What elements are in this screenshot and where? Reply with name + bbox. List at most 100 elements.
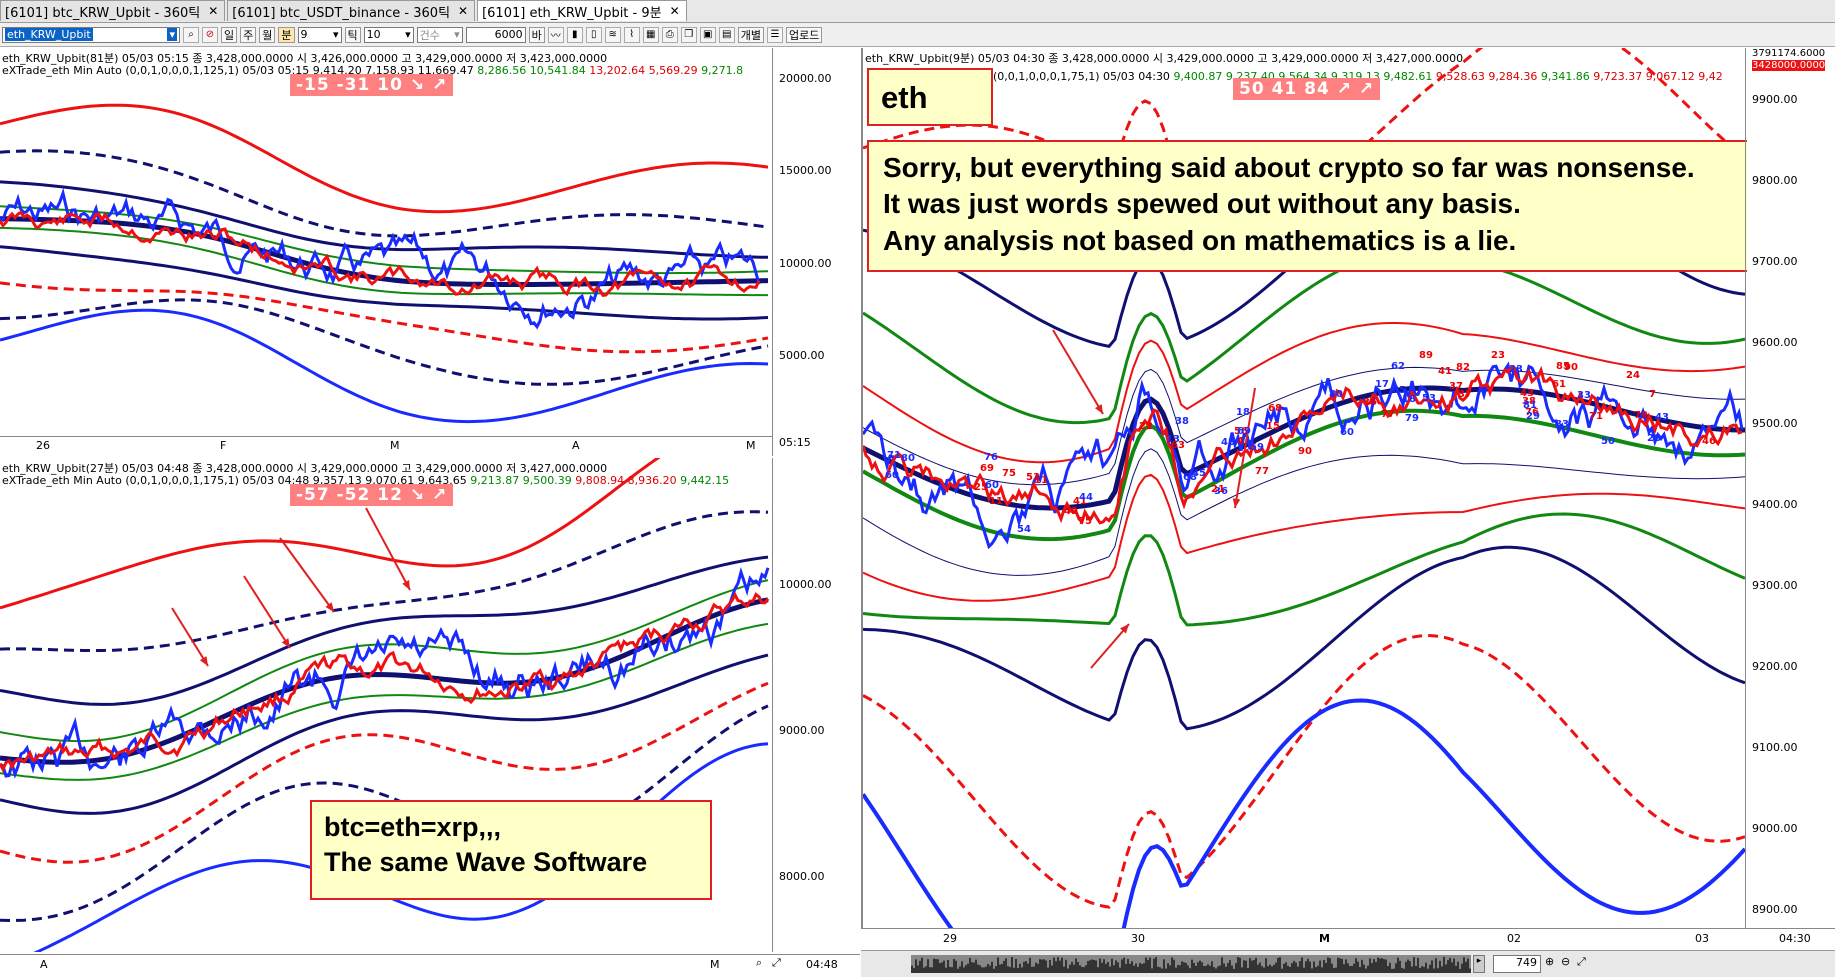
volume-bar [1045,960,1047,973]
volume-bar [1129,963,1131,973]
individual-button[interactable]: 개별 [737,26,764,43]
tab-label: [6101] btc_USDT_binance - 360틱 [232,5,451,21]
volume-bar [1369,958,1371,973]
volume-bar [1049,960,1051,973]
band-line [863,366,1746,486]
y-tick-label: 10000.00 [779,257,832,270]
volume-bar [1057,957,1059,973]
y-tick-label: 9500.00 [1752,417,1798,430]
volume-bar [1231,965,1233,973]
volume-bar [1329,958,1331,973]
volume-bar [951,967,953,973]
indicator-icon[interactable]: ▦ [642,26,659,43]
volume-bar [1305,961,1307,973]
volume-bar [1291,963,1293,973]
volume-bar [1373,958,1375,973]
volume-bar [1047,967,1049,973]
volume-bar [1321,967,1323,973]
y-tick-label: 9300.00 [1752,579,1798,592]
volume-bar [1115,960,1117,973]
volume-bar [1111,958,1113,973]
period-week-button[interactable]: 주 [240,26,257,43]
volume-bar [1413,957,1415,973]
tab-btc-usdt-binance[interactable]: [6101] btc_USDT_binance - 360틱 ✕ [227,0,476,21]
volume-bar [1005,958,1007,973]
volume-bar [1037,963,1039,973]
volume-bar [1219,965,1221,973]
volume-bar [997,957,999,973]
signal-number: 71 [887,450,901,461]
print-icon[interactable]: ⎙ [661,26,678,43]
tick-select[interactable]: 10 ▾ [363,26,414,43]
x-tick-label: A [572,439,580,452]
expand-icon[interactable]: ⤢ [772,956,781,970]
bar-button[interactable]: 바 [528,26,545,43]
chart-scrollbar[interactable]: ▸ 749 ⊕ ⊖ ⤢ [861,950,1835,977]
compare-chart-icon[interactable]: ≋ [604,26,621,43]
count-select[interactable]: 건수 ▾ [416,26,463,43]
table-icon[interactable]: ▤ [718,26,735,43]
symbol-select[interactable]: eth_KRW_Upbit ▾ [2,26,180,43]
volume-bar [1199,960,1201,973]
signal-number: 60 [985,480,999,491]
volume-bar [1113,965,1115,973]
copy-icon[interactable]: ❐ [680,26,697,43]
period-minute-button[interactable]: 분 [278,26,295,43]
volume-bar [1183,962,1185,973]
volume-bar [1363,964,1365,973]
volume-bar [1457,961,1459,973]
period-day-button[interactable]: 일 [221,26,238,43]
chart-panel-right[interactable]: eth_KRW_Upbit(9분) 05/03 04:30 종 3,428,00… [861,48,1747,928]
line-chart-icon[interactable]: 〰 [547,26,564,43]
volume-bar [1123,957,1125,973]
y-axis-right: 3791174.6000 3428000.0000 9900.00 9800.0… [1745,48,1835,928]
y-tick-label: 15000.00 [779,164,832,177]
x-tick-label: M [390,439,400,452]
volume-bar [1271,966,1273,973]
bar-chart-icon[interactable]: ▯ [585,26,602,43]
search-reset-icon[interactable]: ⊘ [202,26,218,43]
volume-bar [1421,966,1423,973]
volume-bar [1235,963,1237,973]
search-icon[interactable]: ⌕ [183,26,199,43]
band-line [863,250,1746,425]
volume-bar [1053,957,1055,973]
volume-bar [1423,966,1425,973]
zoom-icon[interactable]: ⌕ [756,956,762,970]
annotation-arrow [279,537,335,613]
count-label: 건수 [419,28,440,42]
tab-btc-krw-upbit[interactable]: [6101] btc_KRW_Upbit - 360틱 ✕ [0,0,226,21]
volume-bar [1285,962,1287,973]
x-tick-label: 26 [36,439,50,452]
volume-bar [1365,968,1367,973]
volume-bar [1393,968,1395,973]
overlay-chart-icon[interactable]: ⌇ [623,26,640,43]
chart-panel-bottom-left[interactable]: eth_KRW_Upbit(27분) 05/03 04:48 종 3,428,0… [0,458,772,952]
volume-bar [1455,965,1457,973]
period-month-button[interactable]: 월 [259,26,276,43]
tab-eth-krw-upbit[interactable]: [6101] eth_KRW_Upbit - 9분 ✕ [477,0,687,21]
scroll-right-arrow[interactable]: ▸ [1473,955,1485,973]
chart-panel-top-left[interactable]: eth_KRW_Upbit(81분) 05/03 05:15 종 3,428,0… [0,48,772,456]
zoom-out-icon[interactable]: ⊖ [1561,955,1575,973]
close-icon[interactable]: ✕ [456,4,470,18]
count-input[interactable]: 6000 [465,26,526,43]
scroll-count-input[interactable]: 749 [1493,955,1541,973]
y-current-label: 3428000.0000 [1752,60,1826,71]
save-icon[interactable]: ▣ [699,26,716,43]
candle-chart-icon[interactable]: ▮ [566,26,583,43]
upload-button[interactable]: 업로드 [786,26,823,43]
settings-icon[interactable]: ☰ [767,26,783,43]
close-icon[interactable]: ✕ [668,4,682,18]
close-icon[interactable]: ✕ [206,4,220,18]
chevron-down-icon: ▾ [332,28,339,41]
signal-number: 77 [1381,409,1395,420]
volume-bar [1265,958,1267,973]
volume-bar [1323,959,1325,973]
expand-icon[interactable]: ⤢ [1577,955,1591,973]
zoom-in-icon[interactable]: ⊕ [1545,955,1559,973]
period-tick-button[interactable]: 틱 [344,26,361,43]
volume-bar [1081,966,1083,973]
minute-select[interactable]: 9 ▾ [297,26,342,43]
volume-bar [1449,957,1451,973]
